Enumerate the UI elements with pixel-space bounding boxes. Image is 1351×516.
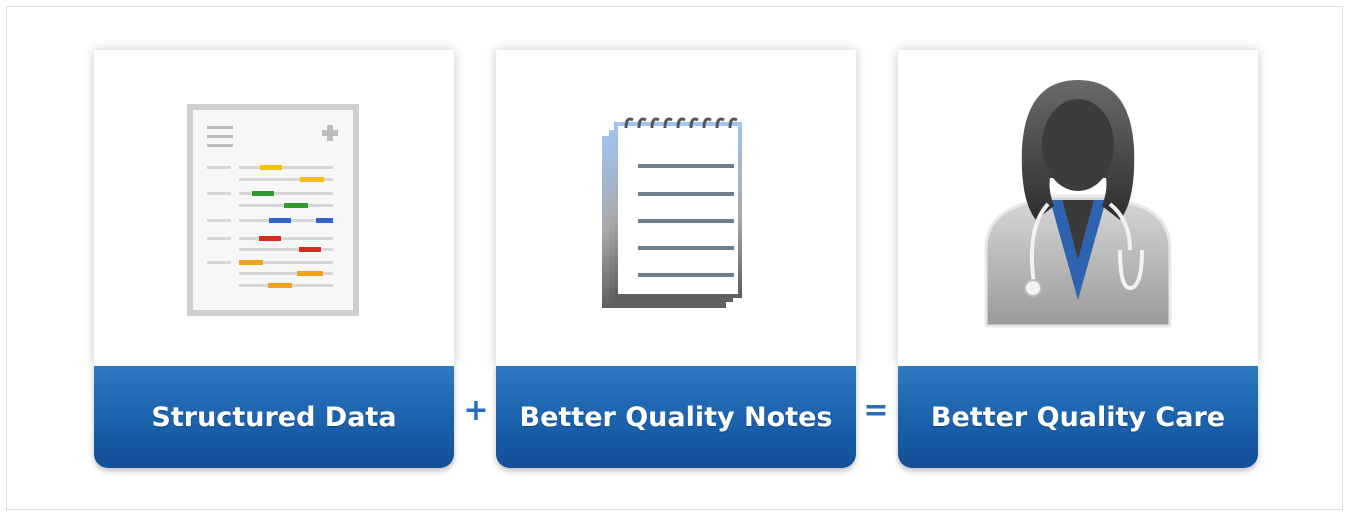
medical-record-icon: [187, 104, 359, 316]
doctor-icon: [984, 80, 1172, 328]
equals-operator: =: [863, 393, 889, 428]
plus-operator: +: [463, 393, 489, 428]
better-quality-care-label: Better Quality Care: [898, 366, 1258, 468]
better-quality-care-image: [898, 50, 1258, 366]
structured-data-image: [94, 50, 454, 366]
better-quality-notes-label: Better Quality Notes: [496, 366, 856, 468]
better-quality-notes-card: Better Quality Notes: [496, 50, 856, 468]
notepad-icon: [602, 117, 742, 308]
better-quality-notes-image: [496, 50, 856, 366]
better-quality-care-card: Better Quality Care: [898, 50, 1258, 468]
structured-data-label: Structured Data: [94, 366, 454, 468]
structured-data-card: Structured Data: [94, 50, 454, 468]
